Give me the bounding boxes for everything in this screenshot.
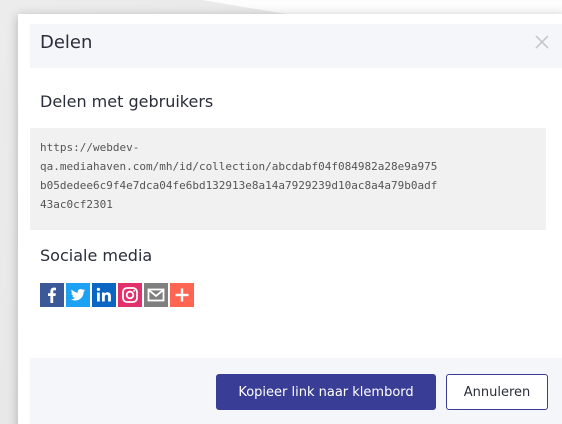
email-icon <box>147 288 165 302</box>
share-users-heading: Delen met gebruikers <box>40 92 214 111</box>
linkedin-icon <box>96 287 111 302</box>
share-link-text[interactable]: https://webdev- qa.mediahaven.com/mh/id/… <box>40 138 536 214</box>
facebook-button[interactable] <box>40 283 64 307</box>
twitter-icon <box>71 289 85 301</box>
copy-link-button[interactable]: Kopieer link naar klembord <box>216 374 436 410</box>
linkedin-button[interactable] <box>92 283 116 307</box>
cancel-button[interactable]: Annuleren <box>446 374 548 410</box>
dialog-footer: Kopieer link naar klembord Annuleren <box>30 358 562 424</box>
social-buttons <box>40 283 194 307</box>
share-link-box[interactable]: https://webdev- qa.mediahaven.com/mh/id/… <box>30 128 546 230</box>
dialog-header: Delen <box>30 24 562 68</box>
more-share-button[interactable] <box>170 283 194 307</box>
social-media-heading: Sociale media <box>40 246 153 265</box>
email-button[interactable] <box>144 283 168 307</box>
share-dialog: Delen Delen met gebruikers https://webde… <box>18 14 562 424</box>
facebook-icon <box>48 287 56 303</box>
plus-icon <box>175 288 189 302</box>
instagram-button[interactable] <box>118 283 142 307</box>
close-icon[interactable] <box>532 32 552 52</box>
twitter-button[interactable] <box>66 283 90 307</box>
instagram-icon <box>122 287 138 303</box>
dialog-title: Delen <box>40 32 93 53</box>
